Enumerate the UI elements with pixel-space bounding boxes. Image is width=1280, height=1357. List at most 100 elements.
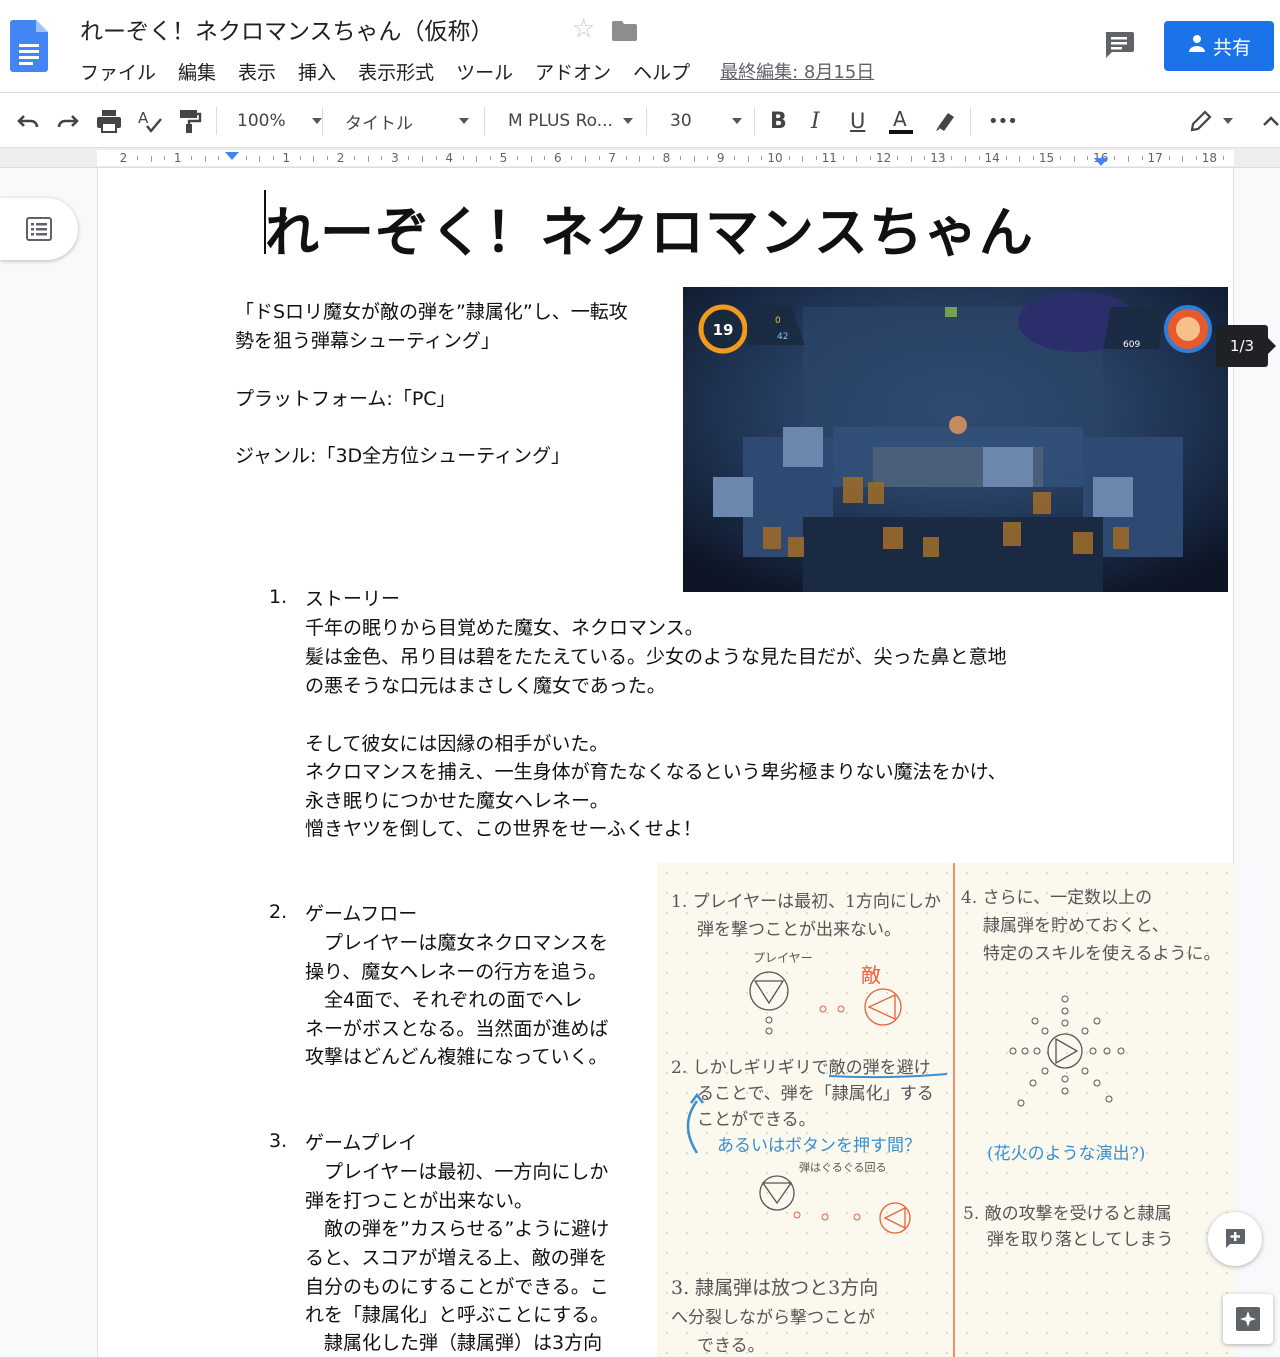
- indent-marker[interactable]: [225, 152, 239, 160]
- gameplay-line[interactable]: れを「隷属化」と呼ぶことにする。: [305, 1301, 609, 1330]
- game-flow-line[interactable]: 全4面で、それぞれの面でヘレ: [305, 986, 582, 1015]
- concept-sketch-image[interactable]: 1. プレイヤーは最初、1方向にしか 弾を撃つことが出来ない。 プレイヤー 敵 …: [657, 863, 1234, 1357]
- section-title-gameplay[interactable]: ゲームプレイ: [305, 1129, 417, 1158]
- menu-tools[interactable]: ツール: [445, 58, 524, 85]
- add-comment-button[interactable]: [1208, 1212, 1262, 1266]
- story-line[interactable]: の悪そうな口元はまさしく魔女であった。: [305, 672, 666, 701]
- gameplay-line[interactable]: ると、スコアが増える上、敵の弾を: [305, 1244, 608, 1273]
- story-line[interactable]: そして彼女には因縁の相手がいた。: [305, 730, 608, 759]
- hud-score: 609: [1123, 340, 1140, 350]
- ruler-tick: [1019, 156, 1021, 162]
- star-icon[interactable]: ☆: [572, 14, 595, 44]
- redo-icon[interactable]: [56, 93, 80, 149]
- story-line[interactable]: 髪は金色、吊り目は碧をたたえている。少女のような見た目だが、尖った鼻と意地: [305, 643, 1007, 672]
- game-flow-line[interactable]: 操り、魔女ヘレネーの行方を追う。: [305, 958, 607, 987]
- menu-file[interactable]: ファイル: [80, 58, 167, 85]
- menu-addons[interactable]: アドオン: [524, 58, 622, 85]
- ruler-number: 9: [716, 151, 725, 165]
- game-flow-line[interactable]: プレイヤーは魔女ネクロマンスを: [305, 929, 608, 958]
- menu-edit[interactable]: 編集: [167, 58, 227, 85]
- zoom-select[interactable]: 100%: [237, 93, 322, 149]
- ruler-tick: [1060, 156, 1062, 160]
- ruler-tick: [625, 156, 627, 160]
- toolbar-divider: [216, 107, 217, 135]
- sketch-note-2: ることで、弾を「隷属化」する: [697, 1084, 934, 1104]
- ruler-tick: [150, 156, 152, 162]
- ruler-tick: [517, 156, 519, 160]
- ruler-number: 7: [608, 151, 616, 165]
- section-title-story[interactable]: ストーリー: [305, 585, 400, 614]
- font-size-select[interactable]: 30: [670, 93, 742, 149]
- ruler-tick: [693, 156, 695, 162]
- platform-line[interactable]: プラットフォーム:「PC」: [235, 385, 456, 414]
- undo-icon[interactable]: [16, 93, 40, 149]
- ruler-tick: [1141, 156, 1143, 160]
- ruler-tick: [272, 156, 274, 160]
- underline-icon[interactable]: U: [850, 93, 865, 149]
- explore-button[interactable]: [1223, 1294, 1273, 1344]
- gameplay-line[interactable]: 隷属化した弾（隷属弾）は3方向: [305, 1329, 602, 1357]
- bold-icon[interactable]: B: [770, 93, 787, 149]
- game-flow-line[interactable]: 攻撃はどんどん複雑になっていく。: [305, 1043, 607, 1072]
- menu-help[interactable]: ヘルプ: [622, 58, 701, 85]
- paint-format-icon[interactable]: [178, 93, 202, 149]
- document-outline-button[interactable]: [0, 198, 78, 260]
- collapse-toolbar-icon[interactable]: [1262, 93, 1280, 149]
- gameplay-line[interactable]: 弾を打つことが出来ない。: [305, 1187, 533, 1216]
- ruler-tick: [354, 156, 356, 160]
- highlight-color-icon[interactable]: [934, 93, 958, 149]
- gameplay-line[interactable]: 自分のものにすることができる。こ: [305, 1273, 609, 1302]
- text-color-icon[interactable]: A: [886, 93, 916, 149]
- story-line[interactable]: ネクロマンスを捕え、一生身体が育たなくなるという卑劣極まりない魔法をかけ、: [305, 758, 1007, 787]
- story-line[interactable]: 永き眠りにつかせた魔女ヘレネー。: [305, 787, 609, 816]
- toolbar-divider: [970, 107, 971, 135]
- docs-logo-icon[interactable]: [10, 20, 48, 72]
- horizontal-ruler[interactable]: 2 1 1 2 3 4 5 6 7 8 9 10 11 12 13 14 15 16 17 18: [0, 148, 1280, 168]
- svg-text:A: A: [138, 109, 149, 127]
- gameplay-line[interactable]: プレイヤーは最初、一方向にしか: [305, 1158, 608, 1187]
- intro-line-2[interactable]: 勢を狙う弾幕シューティング」: [235, 327, 500, 356]
- genre-line[interactable]: ジャンル:「3D全方位シューティング」: [235, 442, 570, 471]
- editing-mode-select[interactable]: [1189, 93, 1233, 149]
- sketch-note-2-small: 弾はぐるぐる回る: [799, 1161, 887, 1174]
- image-counter-badge[interactable]: 1/3: [1216, 325, 1276, 367]
- toolbar: A 100% タイトル M PLUS Ro... 30 B I U A •••: [0, 92, 1280, 148]
- story-line[interactable]: 千年の眠りから目覚めた魔女、ネクロマンス。: [305, 614, 704, 643]
- more-options-icon[interactable]: •••: [988, 93, 1018, 149]
- sketch-player-label: プレイヤー: [753, 951, 813, 965]
- ruler-tick: [422, 156, 424, 162]
- ruler-tick: [136, 156, 138, 160]
- game-screenshot-image[interactable]: 19 0 42 609: [683, 287, 1228, 592]
- paragraph-style-select[interactable]: タイトル: [345, 93, 469, 149]
- ruler-tick: [299, 156, 301, 160]
- ruler-tick: [639, 156, 641, 162]
- gameplay-line[interactable]: 敵の弾を”カスらせる”ように避け: [305, 1215, 609, 1244]
- ruler-number: 3: [391, 151, 399, 165]
- ruler-tick: [761, 156, 763, 160]
- story-line[interactable]: 憎きヤツを倒して、この世界をせーふくせよ！: [305, 815, 702, 844]
- hud-lives: 19: [713, 321, 734, 339]
- intro-line-1[interactable]: 「ドSロリ魔女が敵の弾を”隷属化”し、一転攻: [235, 298, 628, 327]
- folder-icon[interactable]: [612, 19, 637, 41]
- document-title[interactable]: れーぞく！ネクロマンスちゃん（仮称）: [80, 12, 494, 46]
- share-button[interactable]: 共有: [1164, 21, 1274, 71]
- ruler-number: 1: [282, 151, 291, 165]
- ruler-tick: [978, 156, 980, 160]
- ruler-tick: [218, 156, 220, 160]
- print-icon[interactable]: [96, 93, 122, 149]
- italic-icon[interactable]: I: [811, 93, 820, 149]
- menu-view[interactable]: 表示: [227, 58, 287, 85]
- comment-history-icon[interactable]: [1103, 30, 1135, 60]
- app-header: れーぞく！ネクロマンスちゃん（仮称） ☆ ファイル 編集 表示 挿入 表示形式 …: [0, 0, 1280, 92]
- last-edit-link[interactable]: 最終編集: 8月15日: [720, 58, 874, 85]
- menu-format[interactable]: 表示形式: [347, 58, 445, 85]
- explore-icon: [1236, 1307, 1260, 1331]
- section-title-game-flow[interactable]: ゲームフロー: [305, 900, 417, 929]
- menu-insert[interactable]: 挿入: [287, 58, 347, 85]
- document-heading[interactable]: れーぞく！ネクロマンスちゃん: [265, 188, 1034, 267]
- ruler-tick: [1032, 156, 1034, 160]
- right-margin-marker[interactable]: [1093, 158, 1108, 166]
- game-flow-line[interactable]: ネーがボスとなる。当然面が進めば: [305, 1015, 608, 1044]
- spellcheck-icon[interactable]: A: [137, 93, 163, 149]
- font-family-select[interactable]: M PLUS Ro...: [508, 93, 633, 149]
